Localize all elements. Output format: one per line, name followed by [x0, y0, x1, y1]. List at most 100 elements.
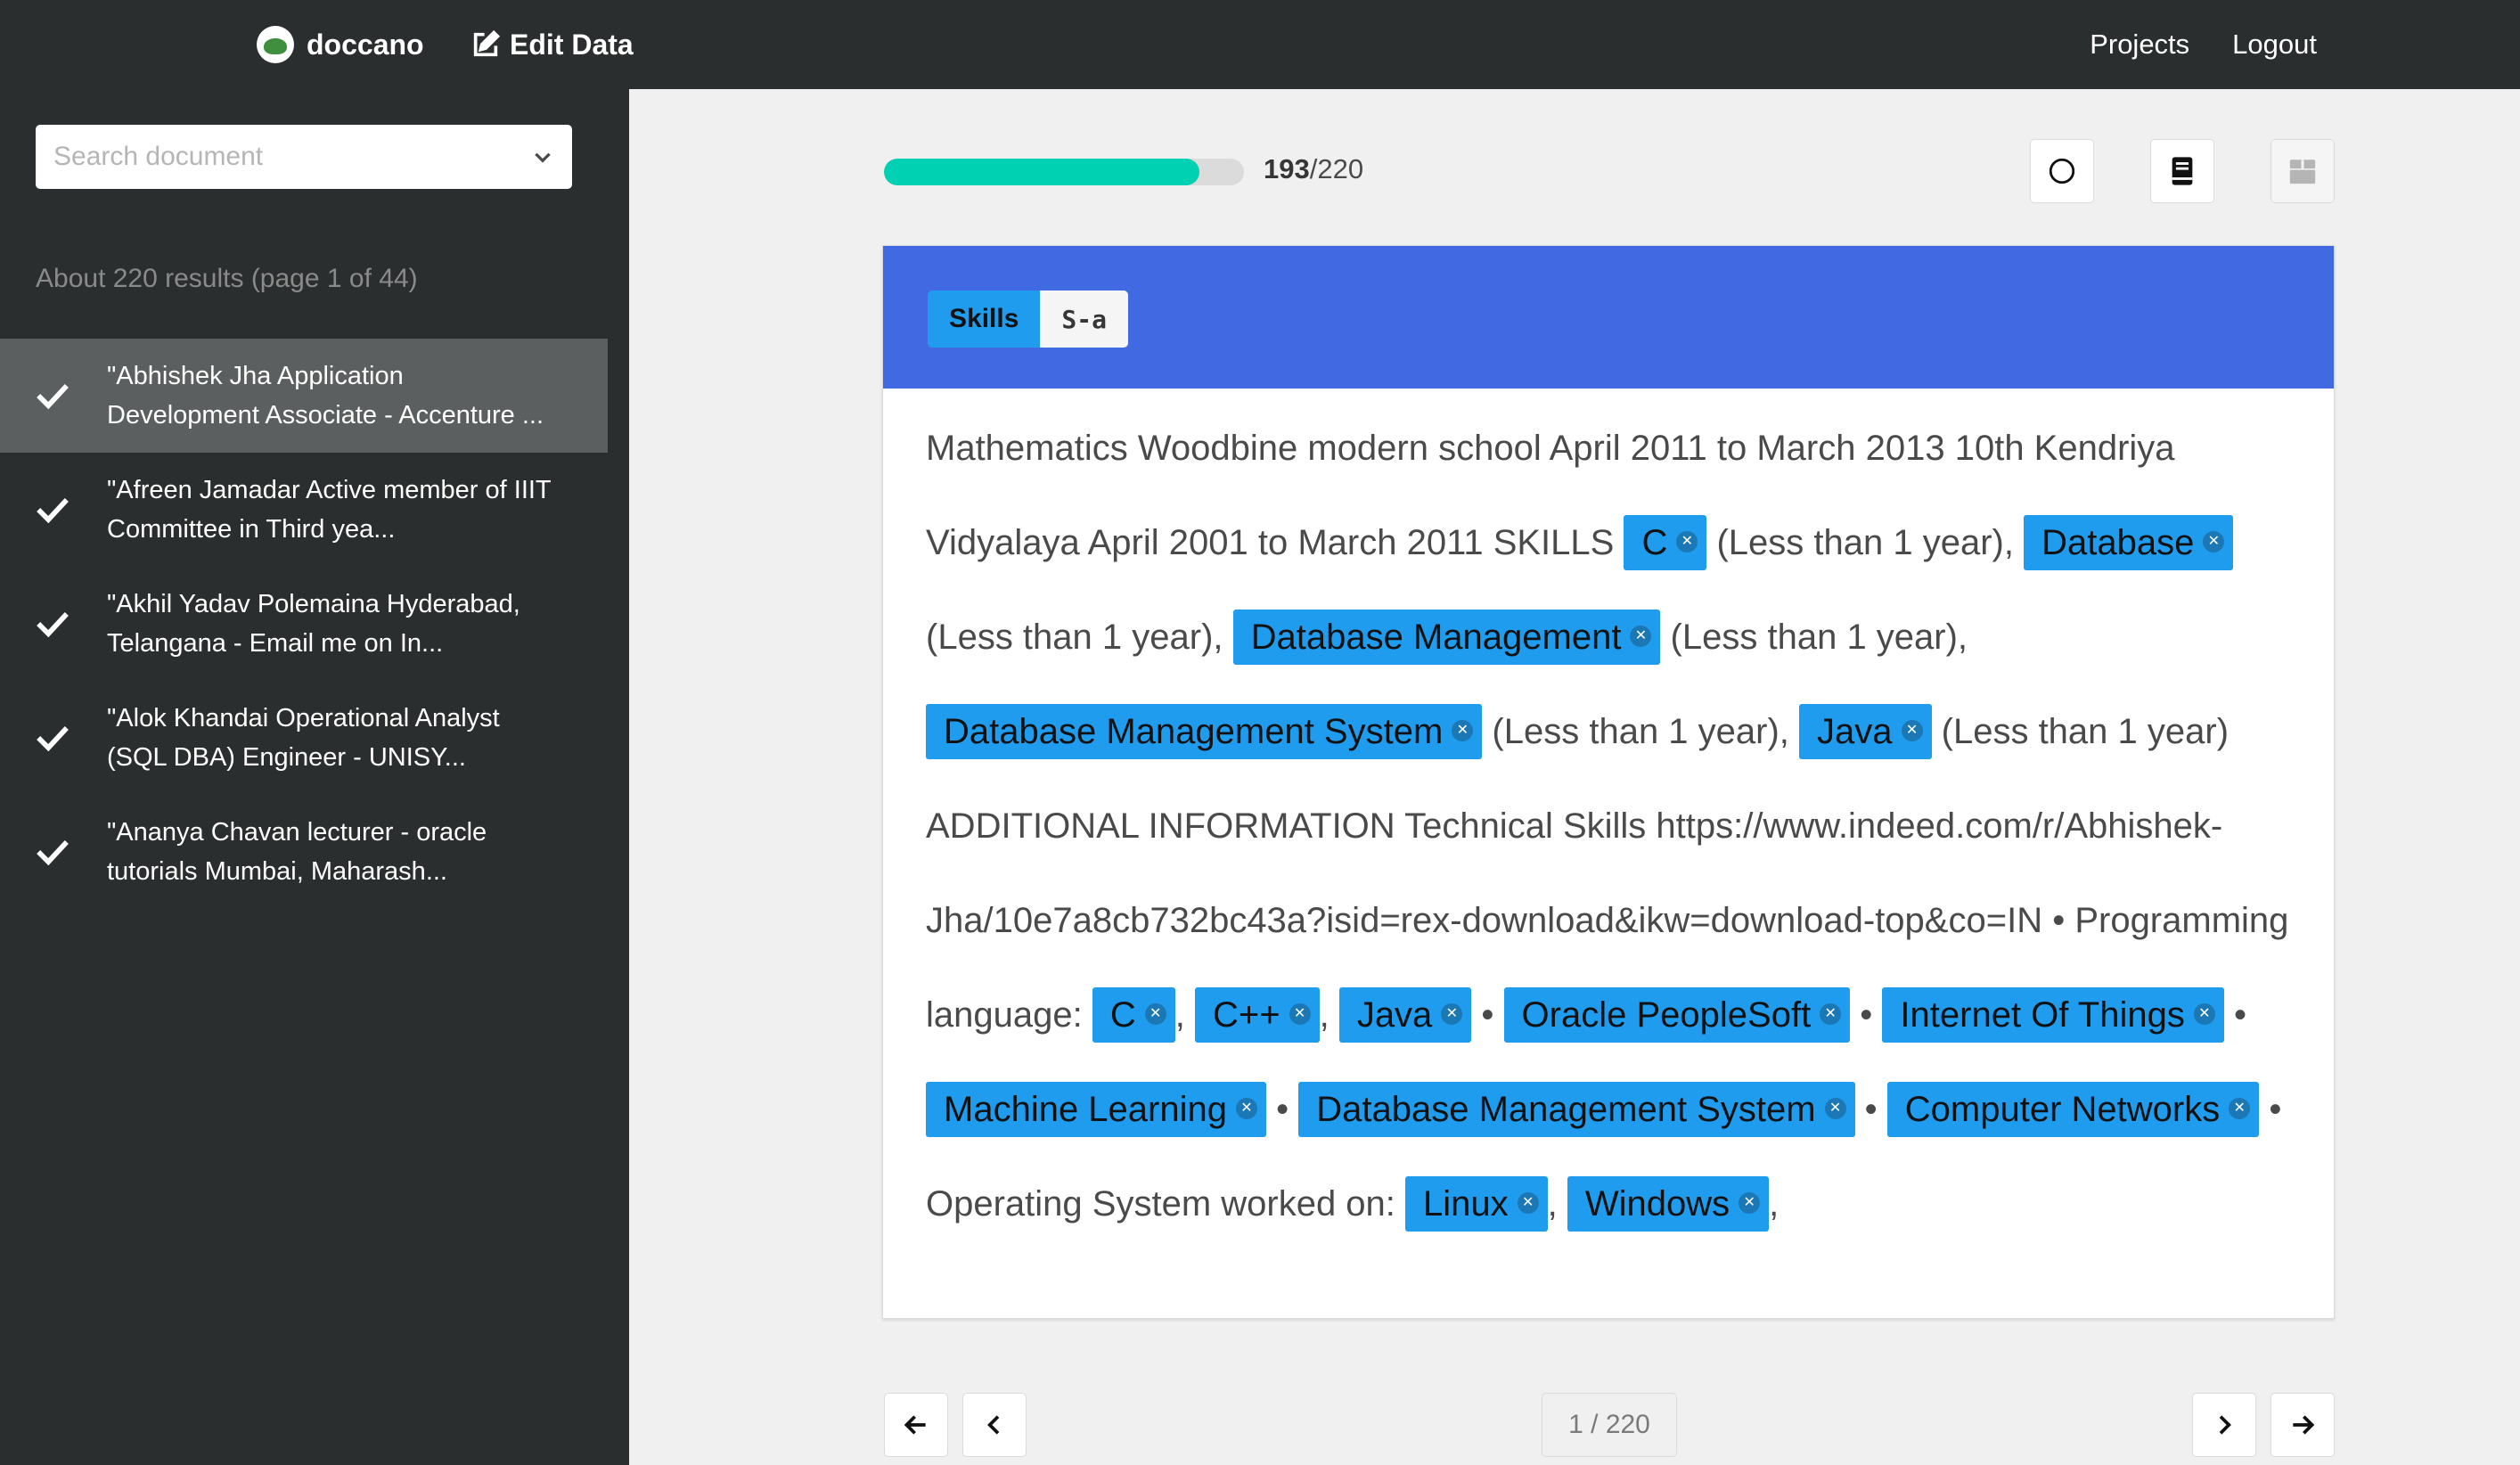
entity-tag[interactable]: Database Management System ✕ [926, 704, 1483, 759]
progress-total: /220 [1309, 153, 1364, 184]
text-segment: • [1850, 995, 1883, 1035]
remove-entity-icon[interactable]: ✕ [1739, 1192, 1761, 1215]
document-snippet-line: Committee in Third yea... [107, 515, 396, 544]
entity-tag[interactable]: Java ✕ [1338, 987, 1472, 1043]
edit-data-title[interactable]: Edit Data [470, 23, 634, 66]
entity-text: C [1641, 523, 1668, 562]
entity-tag[interactable]: Database Management System ✕ [1298, 1082, 1855, 1137]
circle-icon [2049, 158, 2075, 184]
document-snippet: "Alok Khandai Operational Analyst (SQL DB… [107, 699, 606, 777]
document-snippet-line: "Ananya Chavan lecturer - oracle [107, 818, 487, 847]
remove-entity-icon[interactable]: ✕ [1144, 1003, 1166, 1026]
checkmark-icon [36, 495, 71, 524]
entity-text: C++ [1212, 995, 1280, 1035]
entity-text: Database Management System [1316, 1090, 1816, 1129]
guideline-button[interactable] [2150, 139, 2214, 203]
label-skills-button[interactable]: Skills S-a [928, 291, 1128, 348]
document-list-item[interactable]: "Ananya Chavan lecturer - oracle tutorial… [0, 795, 608, 909]
entity-tag[interactable]: Database Management ✕ [1232, 610, 1661, 665]
chevron-down-icon[interactable] [531, 145, 554, 168]
entity-text: Database Management [1250, 618, 1622, 657]
entity-tag[interactable]: Machine Learning ✕ [926, 1082, 1266, 1137]
remove-entity-icon[interactable]: ✕ [1824, 1098, 1846, 1120]
entity-text: Java [1817, 712, 1893, 751]
brand-link[interactable]: doccano [257, 23, 424, 66]
remove-entity-icon[interactable]: ✕ [1236, 1098, 1257, 1120]
document-text[interactable]: Mathematics Woodbine modern school April… [883, 389, 2334, 1251]
chevron-right-icon [2219, 1415, 2231, 1435]
text-segment: • [2223, 995, 2246, 1035]
document-snippet-line: tutorials Mumbai, Maharash... [107, 857, 447, 886]
remove-entity-icon[interactable]: ✕ [1289, 1003, 1311, 1026]
remove-entity-icon[interactable]: ✕ [2229, 1098, 2251, 1120]
nav-projects-link[interactable]: Projects [2090, 29, 2189, 61]
document-snippet-line: "Afreen Jamadar Active member of IIIT [107, 476, 552, 504]
nav-logout-link[interactable]: Logout [2232, 29, 2317, 61]
entity-tag[interactable]: Windows ✕ [1567, 1176, 1770, 1232]
entity-tag[interactable]: Oracle PeopleSoft ✕ [1503, 987, 1851, 1043]
progress-bar-fill [884, 159, 1200, 185]
document-list-item[interactable]: "Afreen Jamadar Active member of IIIT Com… [0, 453, 608, 567]
checkmark-icon [36, 610, 71, 638]
checkmark-icon [36, 724, 71, 752]
document-snippet: "Abhishek Jha Application Development Ass… [107, 356, 606, 435]
entity-text: Windows [1584, 1184, 1730, 1224]
checkmark-icon [36, 838, 71, 866]
search-document-input[interactable] [53, 142, 531, 172]
label-shortcut: S-a [1040, 291, 1128, 348]
remove-entity-icon[interactable]: ✕ [1901, 720, 1923, 742]
search-document-box[interactable] [36, 125, 572, 189]
results-info: About 220 results (page 1 of 44) [36, 264, 418, 293]
next-page-button[interactable] [2192, 1393, 2256, 1457]
document-snippet-line: "Alok Khandai Operational Analyst [107, 704, 500, 732]
remove-entity-icon[interactable]: ✕ [1630, 626, 1652, 648]
document-snippet-line: (SQL DBA) Engineer - UNISY... [107, 743, 466, 772]
status-circle-button[interactable] [2030, 139, 2094, 203]
first-page-button[interactable] [884, 1393, 948, 1457]
entity-tag[interactable]: Internet Of Things ✕ [1882, 987, 2224, 1043]
remove-entity-icon[interactable]: ✕ [1452, 720, 1474, 742]
text-segment: , [1174, 995, 1195, 1035]
entity-tag[interactable]: Java ✕ [1799, 704, 1932, 759]
doccano-logo-icon [257, 26, 294, 63]
approve-button[interactable] [2270, 139, 2335, 203]
document-list-item[interactable]: "Abhishek Jha Application Development Ass… [0, 339, 608, 453]
entity-tag[interactable]: Computer Networks ✕ [1886, 1082, 2260, 1137]
entity-tag[interactable]: C ✕ [1092, 987, 1175, 1043]
remove-entity-icon[interactable]: ✕ [2203, 531, 2225, 553]
document-list-item[interactable]: "Akhil Yadav Polemaina Hyderabad, Telanga… [0, 567, 608, 681]
remove-entity-icon[interactable]: ✕ [1676, 531, 1698, 553]
guideline-book-icon [2172, 157, 2193, 185]
remove-entity-icon[interactable]: ✕ [2193, 1003, 2215, 1026]
entity-text: Computer Networks [1904, 1090, 2221, 1129]
document-list: "Abhishek Jha Application Development Ass… [0, 339, 608, 909]
entity-tag[interactable]: C++ ✕ [1194, 987, 1320, 1043]
document-snippet: "Akhil Yadav Polemaina Hyderabad, Telanga… [107, 585, 606, 663]
text-segment: , [1319, 995, 1339, 1035]
document-snippet-line: Telangana - Email me on In... [107, 629, 444, 658]
entity-tag[interactable]: C ✕ [1624, 515, 1707, 570]
text-segment: • [1854, 1090, 1887, 1129]
entity-text: Linux [1423, 1184, 1509, 1224]
document-sidebar: About 220 results (page 1 of 44) "Abhish… [0, 89, 629, 1465]
document-snippet-line: Development Associate - Accenture ... [107, 401, 544, 430]
text-segment: (Less than 1 year) ADDITIONAL INFORMATIO… [926, 712, 2289, 1035]
arrow-left-icon [904, 1415, 926, 1435]
top-navbar: doccano Edit Data Projects Logout [0, 0, 2520, 89]
entity-text: Machine Learning [944, 1090, 1227, 1129]
approve-box-icon [2289, 160, 2316, 184]
entity-tag[interactable]: Database ✕ [2024, 515, 2234, 570]
remove-entity-icon[interactable]: ✕ [1517, 1192, 1539, 1215]
remove-entity-icon[interactable]: ✕ [1441, 1003, 1463, 1026]
remove-entity-icon[interactable]: ✕ [1820, 1003, 1842, 1026]
edit-icon [473, 29, 501, 57]
entity-text: Java [1356, 995, 1433, 1035]
document-snippet-line: "Akhil Yadav Polemaina Hyderabad, [107, 590, 520, 618]
progress-done: 193 [1264, 153, 1310, 184]
text-segment: (Less than 1 year), [1660, 618, 1968, 657]
last-page-button[interactable] [2270, 1393, 2335, 1457]
document-list-item[interactable]: "Alok Khandai Operational Analyst (SQL DB… [0, 681, 608, 795]
annotation-progress-bar [884, 159, 1244, 185]
entity-tag[interactable]: Linux ✕ [1405, 1176, 1548, 1232]
prev-page-button[interactable] [962, 1393, 1027, 1457]
